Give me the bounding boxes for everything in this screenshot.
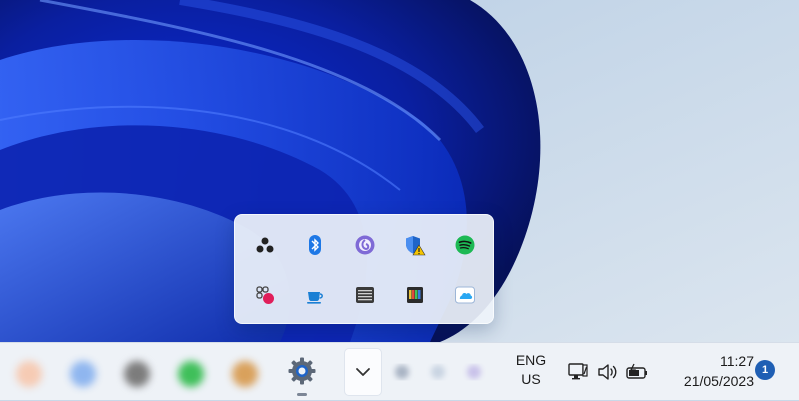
- volume-button[interactable]: [595, 360, 619, 384]
- language-indicator[interactable]: ENG US: [508, 351, 554, 393]
- tray-item[interactable]: [390, 220, 440, 270]
- clock[interactable]: 11:27 21/05/2023: [662, 351, 754, 393]
- notification-count-badge[interactable]: 1: [755, 360, 775, 380]
- color-bars-app-icon: [407, 287, 423, 303]
- bluetooth-icon: [309, 235, 321, 255]
- taskbar: ENG US 11:27 21/05/2023: [0, 342, 799, 400]
- tray-item[interactable]: [440, 270, 490, 320]
- windows-security-warning-icon: [406, 236, 426, 256]
- tray-item[interactable]: [240, 220, 290, 270]
- spotify-icon: [455, 235, 475, 255]
- network-button[interactable]: [566, 360, 590, 384]
- battery-icon: [626, 363, 647, 379]
- settings-taskbar-button[interactable]: [280, 349, 324, 393]
- tray-item[interactable]: [390, 270, 440, 320]
- tray-item[interactable]: [290, 220, 340, 270]
- blurred-app-icons: [0, 343, 275, 401]
- tray-item[interactable]: [240, 270, 290, 320]
- clock-date: 21/05/2023: [683, 373, 754, 389]
- tray-overflow-flyout: [234, 214, 494, 324]
- tray-item[interactable]: [340, 220, 390, 270]
- chevron-up-icon: [356, 368, 370, 376]
- keyboard-app-icon: [356, 287, 374, 303]
- slack-icon: [256, 286, 274, 304]
- volume-icon: [598, 364, 617, 380]
- coffee-cup-icon: [307, 292, 323, 304]
- blurred-tray-icons: [395, 365, 481, 379]
- settings-gear-icon: [288, 357, 316, 385]
- battery-button[interactable]: [625, 360, 649, 384]
- show-hidden-icons-button[interactable]: [344, 348, 382, 396]
- tray-item[interactable]: [340, 270, 390, 320]
- network-icon: [568, 363, 588, 380]
- clock-time: 11:27: [720, 353, 754, 369]
- onedrive-icon: [455, 286, 475, 304]
- language-code: ENG: [515, 352, 547, 368]
- language-region: US: [521, 371, 541, 387]
- three-dots-cluster-icon: [256, 237, 274, 253]
- active-app-indicator: [297, 393, 307, 396]
- bittorrent-icon: [355, 235, 375, 255]
- tray-item[interactable]: [440, 220, 490, 270]
- tray-item[interactable]: [290, 270, 340, 320]
